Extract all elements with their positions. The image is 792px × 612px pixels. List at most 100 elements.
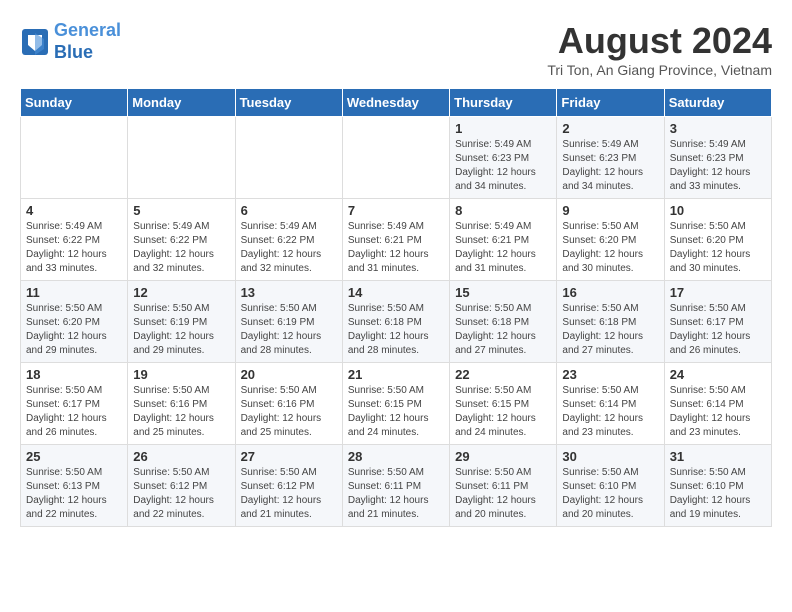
calendar-cell: 9Sunrise: 5:50 AM Sunset: 6:20 PM Daylig… [557, 199, 664, 281]
day-number: 9 [562, 203, 658, 218]
day-detail: Sunrise: 5:49 AM Sunset: 6:22 PM Dayligh… [26, 220, 122, 276]
day-number: 2 [562, 121, 658, 136]
day-number: 17 [670, 285, 766, 300]
calendar-cell: 12Sunrise: 5:50 AM Sunset: 6:19 PM Dayli… [128, 281, 235, 363]
day-detail: Sunrise: 5:49 AM Sunset: 6:23 PM Dayligh… [562, 138, 658, 194]
day-number: 22 [455, 367, 551, 382]
day-detail: Sunrise: 5:50 AM Sunset: 6:10 PM Dayligh… [670, 466, 766, 522]
day-number: 11 [26, 285, 122, 300]
calendar-cell: 23Sunrise: 5:50 AM Sunset: 6:14 PM Dayli… [557, 363, 664, 445]
calendar-cell: 22 Sunrise: 5:50 AM Sunset: 6:15 PM Dayli… [450, 363, 557, 445]
day-number: 18 [26, 367, 122, 382]
weekday-header-thursday: Thursday [450, 89, 557, 117]
day-number: 5 [133, 203, 229, 218]
calendar-cell: 11 Sunrise: 5:50 AM Sunset: 6:20 PM Dayli… [21, 281, 128, 363]
calendar-week-row: 11 Sunrise: 5:50 AM Sunset: 6:20 PM Dayli… [21, 281, 772, 363]
day-number: 4 [26, 203, 122, 218]
day-number: 14 [348, 285, 444, 300]
calendar-body: 1 Sunrise: 5:49 AM Sunset: 6:23 PM Daylig… [21, 117, 772, 527]
calendar-cell: 4 Sunrise: 5:49 AM Sunset: 6:22 PM Daylig… [21, 199, 128, 281]
day-number: 27 [241, 449, 337, 464]
day-detail: Sunrise: 5:49 AM Sunset: 6:23 PM Dayligh… [670, 138, 766, 194]
day-detail: Sunrise: 5:50 AM Sunset: 6:11 PM Dayligh… [455, 466, 551, 522]
day-number: 24 [670, 367, 766, 382]
calendar-table: SundayMondayTuesdayWednesdayThursdayFrid… [20, 88, 772, 527]
day-detail: Sunrise: 5:50 AM Sunset: 6:13 PM Dayligh… [26, 466, 122, 522]
day-number: 28 [348, 449, 444, 464]
weekday-header-friday: Friday [557, 89, 664, 117]
day-detail: Sunrise: 5:50 AM Sunset: 6:19 PM Dayligh… [133, 302, 229, 358]
day-number: 3 [670, 121, 766, 136]
calendar-week-row: 18 Sunrise: 5:50 AM Sunset: 6:17 PM Dayli… [21, 363, 772, 445]
day-detail: Sunrise: 5:50 AM Sunset: 6:20 PM Dayligh… [26, 302, 122, 358]
calendar-cell: 27 Sunrise: 5:50 AM Sunset: 6:12 PM Dayli… [235, 445, 342, 527]
day-detail: Sunrise: 5:50 AM Sunset: 6:11 PM Dayligh… [348, 466, 444, 522]
day-detail: Sunrise: 5:50 AM Sunset: 6:15 PM Dayligh… [348, 384, 444, 440]
calendar-cell: 14 Sunrise: 5:50 AM Sunset: 6:18 PM Dayli… [342, 281, 449, 363]
calendar-cell: 7Sunrise: 5:49 AM Sunset: 6:21 PM Daylig… [342, 199, 449, 281]
day-detail: Sunrise: 5:49 AM Sunset: 6:23 PM Dayligh… [455, 138, 551, 194]
day-number: 21 [348, 367, 444, 382]
logo-icon [20, 27, 50, 57]
day-number: 19 [133, 367, 229, 382]
calendar-title: August 2024 [547, 20, 772, 62]
day-number: 15 [455, 285, 551, 300]
day-detail: Sunrise: 5:50 AM Sunset: 6:10 PM Dayligh… [562, 466, 658, 522]
day-detail: Sunrise: 5:49 AM Sunset: 6:22 PM Dayligh… [241, 220, 337, 276]
day-number: 30 [562, 449, 658, 464]
day-number: 7 [348, 203, 444, 218]
title-section: August 2024 Tri Ton, An Giang Province, … [547, 20, 772, 78]
calendar-cell: 15 Sunrise: 5:50 AM Sunset: 6:18 PM Dayli… [450, 281, 557, 363]
weekday-header-tuesday: Tuesday [235, 89, 342, 117]
day-number: 6 [241, 203, 337, 218]
day-detail: Sunrise: 5:50 AM Sunset: 6:17 PM Dayligh… [670, 302, 766, 358]
logo-line2: Blue [54, 42, 93, 62]
calendar-cell: 5 Sunrise: 5:49 AM Sunset: 6:22 PM Daylig… [128, 199, 235, 281]
calendar-cell: 16Sunrise: 5:50 AM Sunset: 6:18 PM Dayli… [557, 281, 664, 363]
day-number: 20 [241, 367, 337, 382]
calendar-cell: 13Sunrise: 5:50 AM Sunset: 6:19 PM Dayli… [235, 281, 342, 363]
calendar-week-row: 25 Sunrise: 5:50 AM Sunset: 6:13 PM Dayli… [21, 445, 772, 527]
calendar-cell: 31 Sunrise: 5:50 AM Sunset: 6:10 PM Dayli… [664, 445, 771, 527]
day-detail: Sunrise: 5:50 AM Sunset: 6:16 PM Dayligh… [241, 384, 337, 440]
weekday-row: SundayMondayTuesdayWednesdayThursdayFrid… [21, 89, 772, 117]
calendar-cell: 19Sunrise: 5:50 AM Sunset: 6:16 PM Dayli… [128, 363, 235, 445]
calendar-cell: 29 Sunrise: 5:50 AM Sunset: 6:11 PM Dayli… [450, 445, 557, 527]
calendar-cell [235, 117, 342, 199]
logo: General Blue [20, 20, 121, 63]
day-number: 25 [26, 449, 122, 464]
day-number: 13 [241, 285, 337, 300]
calendar-header: SundayMondayTuesdayWednesdayThursdayFrid… [21, 89, 772, 117]
day-number: 16 [562, 285, 658, 300]
calendar-cell: 25 Sunrise: 5:50 AM Sunset: 6:13 PM Dayli… [21, 445, 128, 527]
logo-line1: General [54, 20, 121, 40]
calendar-cell [21, 117, 128, 199]
calendar-cell: 20 Sunrise: 5:50 AM Sunset: 6:16 PM Dayli… [235, 363, 342, 445]
day-detail: Sunrise: 5:50 AM Sunset: 6:15 PM Dayligh… [455, 384, 551, 440]
day-detail: Sunrise: 5:50 AM Sunset: 6:20 PM Dayligh… [670, 220, 766, 276]
day-detail: Sunrise: 5:50 AM Sunset: 6:14 PM Dayligh… [562, 384, 658, 440]
weekday-header-saturday: Saturday [664, 89, 771, 117]
weekday-header-monday: Monday [128, 89, 235, 117]
calendar-week-row: 4 Sunrise: 5:49 AM Sunset: 6:22 PM Daylig… [21, 199, 772, 281]
day-detail: Sunrise: 5:50 AM Sunset: 6:18 PM Dayligh… [348, 302, 444, 358]
calendar-subtitle: Tri Ton, An Giang Province, Vietnam [547, 62, 772, 78]
day-number: 8 [455, 203, 551, 218]
day-detail: Sunrise: 5:50 AM Sunset: 6:14 PM Dayligh… [670, 384, 766, 440]
day-detail: Sunrise: 5:50 AM Sunset: 6:12 PM Dayligh… [241, 466, 337, 522]
day-detail: Sunrise: 5:49 AM Sunset: 6:22 PM Dayligh… [133, 220, 229, 276]
calendar-cell: 10Sunrise: 5:50 AM Sunset: 6:20 PM Dayli… [664, 199, 771, 281]
calendar-cell: 6 Sunrise: 5:49 AM Sunset: 6:22 PM Daylig… [235, 199, 342, 281]
day-number: 1 [455, 121, 551, 136]
day-number: 26 [133, 449, 229, 464]
day-detail: Sunrise: 5:50 AM Sunset: 6:18 PM Dayligh… [455, 302, 551, 358]
day-number: 31 [670, 449, 766, 464]
calendar-cell: 21 Sunrise: 5:50 AM Sunset: 6:15 PM Dayli… [342, 363, 449, 445]
day-detail: Sunrise: 5:49 AM Sunset: 6:21 PM Dayligh… [455, 220, 551, 276]
calendar-cell: 18 Sunrise: 5:50 AM Sunset: 6:17 PM Dayli… [21, 363, 128, 445]
logo-text: General Blue [54, 20, 121, 63]
day-detail: Sunrise: 5:50 AM Sunset: 6:17 PM Dayligh… [26, 384, 122, 440]
day-detail: Sunrise: 5:50 AM Sunset: 6:12 PM Dayligh… [133, 466, 229, 522]
calendar-cell: 30 Sunrise: 5:50 AM Sunset: 6:10 PM Dayli… [557, 445, 664, 527]
day-number: 29 [455, 449, 551, 464]
